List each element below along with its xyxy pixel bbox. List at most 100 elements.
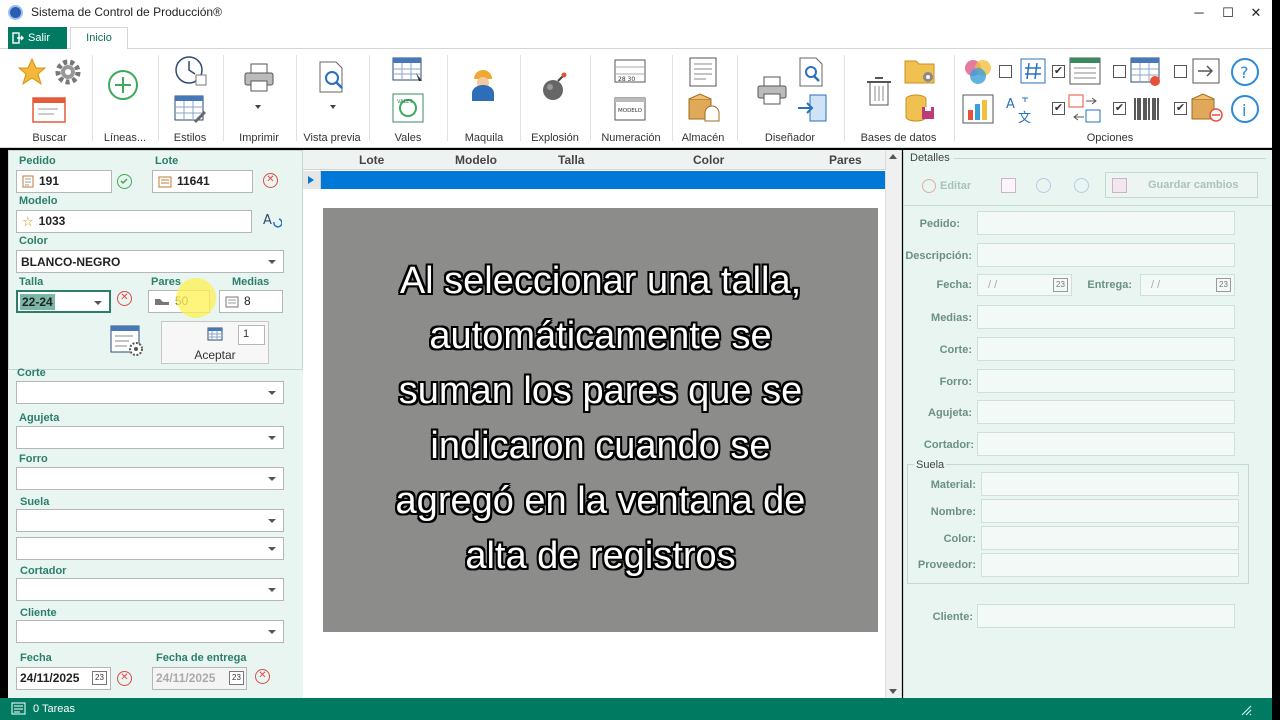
detail-medias-field[interactable] [977, 305, 1235, 329]
color-select[interactable]: BLANCO-NEGRO [16, 250, 284, 273]
table-badge-icon[interactable] [1130, 57, 1162, 87]
add-icon[interactable] [107, 69, 139, 101]
corte-select[interactable] [16, 381, 284, 404]
help-icon[interactable]: ? [1230, 57, 1260, 87]
detail-agujeta-field[interactable] [977, 400, 1235, 424]
database-save-icon[interactable] [904, 93, 936, 123]
grid-scrollbar[interactable] [885, 150, 901, 698]
pedido-field[interactable]: 191 [16, 170, 112, 193]
folder-gear-icon[interactable] [904, 57, 936, 85]
detail-cortador-field[interactable] [977, 432, 1235, 456]
model-refresh-icon[interactable]: A [262, 210, 282, 230]
aceptar-button[interactable]: 1 Aceptar [161, 321, 269, 364]
preview-icon[interactable] [318, 61, 348, 93]
detail-descripcion-field[interactable] [977, 243, 1235, 267]
clear-talla-icon[interactable]: ✕ [117, 291, 132, 306]
column-talla[interactable]: Talla [558, 153, 584, 167]
trash-icon[interactable] [864, 75, 894, 107]
tab-salir[interactable]: Salir [8, 27, 67, 49]
option-checkbox-6[interactable]: ✔ [1113, 102, 1126, 115]
suela-select[interactable] [16, 509, 284, 532]
detail-cliente-field[interactable] [977, 604, 1235, 628]
swap-tables-icon[interactable] [1068, 94, 1102, 124]
cortador-select[interactable] [16, 578, 284, 601]
column-lote[interactable]: Lote [359, 153, 384, 167]
selected-row[interactable] [303, 171, 885, 189]
star-icon[interactable] [17, 57, 47, 87]
entrega-calendar-icon[interactable]: 23 [229, 671, 244, 685]
printer-icon[interactable] [243, 63, 275, 93]
detail-fecha-field[interactable]: / / 23 [977, 274, 1072, 296]
color-palette-icon[interactable] [962, 57, 994, 87]
warehouse-box-icon[interactable] [687, 93, 721, 123]
design-search-icon[interactable] [798, 57, 826, 87]
modelo-field[interactable]: ☆ 1033 [16, 210, 252, 233]
check-icon[interactable] [117, 174, 132, 189]
bar-chart-icon[interactable] [962, 94, 994, 124]
editar-button[interactable]: Editar [922, 179, 971, 193]
table-disabled-icon[interactable] [1001, 178, 1016, 193]
vales-table-icon[interactable] [392, 57, 424, 83]
preview-dropdown-icon[interactable] [330, 105, 336, 109]
close-button[interactable]: ✕ [1245, 3, 1267, 23]
lote-field[interactable]: 11641 [152, 170, 253, 193]
suela-secondary-select[interactable] [16, 537, 284, 560]
arrow-box-icon[interactable] [1192, 58, 1220, 84]
detail-fecha-calendar-icon[interactable]: 23 [1053, 278, 1068, 292]
agujeta-select[interactable] [16, 426, 284, 449]
option-checkbox-4[interactable] [1174, 65, 1187, 78]
numeracion-icon[interactable]: 28 30 [614, 59, 646, 83]
search-form-icon[interactable] [32, 97, 66, 123]
cantidad-input[interactable]: 1 [238, 325, 265, 345]
detail-entrega-field[interactable]: / / 23 [1140, 274, 1235, 296]
detail-entrega-calendar-icon[interactable]: 23 [1216, 278, 1231, 292]
detail-color-field[interactable] [981, 526, 1239, 550]
info-icon[interactable]: i [1230, 94, 1260, 124]
hash-icon[interactable] [1020, 58, 1046, 84]
nav-prev-icon[interactable] [1036, 178, 1051, 193]
detail-nombre-field[interactable] [981, 499, 1239, 523]
worker-icon[interactable] [468, 67, 498, 103]
detail-corte-field[interactable] [977, 337, 1235, 361]
forro-select[interactable] [16, 467, 284, 490]
resize-grip-icon[interactable] [1240, 704, 1252, 716]
imprimir-dropdown-icon[interactable] [255, 105, 261, 109]
option-checkbox-2[interactable]: ✔ [1052, 65, 1065, 78]
minimize-button[interactable]: ─ [1188, 3, 1210, 23]
clear-lote-icon[interactable]: ✕ [263, 173, 278, 188]
column-modelo[interactable]: Modelo [455, 153, 497, 167]
nav-next-icon[interactable] [1074, 178, 1089, 193]
option-checkbox-3[interactable] [1113, 65, 1126, 78]
tab-inicio[interactable]: Inicio [70, 27, 128, 50]
column-pares[interactable]: Pares [829, 153, 862, 167]
column-color[interactable]: Color [693, 153, 724, 167]
gear-icon[interactable] [53, 57, 83, 87]
option-checkbox-7[interactable]: ✔ [1174, 102, 1187, 115]
clock-icon[interactable] [174, 55, 208, 87]
option-checkbox-1[interactable] [999, 65, 1012, 78]
modelo-card-icon[interactable]: MODELO [614, 97, 646, 121]
option-checkbox-5[interactable]: ✔ [1052, 102, 1065, 115]
bomb-icon[interactable] [538, 71, 570, 103]
cliente-select[interactable] [16, 620, 284, 643]
detail-forro-field[interactable] [977, 369, 1235, 393]
design-printer-icon[interactable] [756, 75, 788, 107]
detail-material-field[interactable] [981, 472, 1239, 496]
scroll-down-icon[interactable] [889, 689, 897, 694]
guardar-cambios-button[interactable]: Guardar cambios [1105, 172, 1258, 198]
medias-field[interactable]: 8 [219, 290, 283, 313]
detail-proveedor-field[interactable] [981, 553, 1239, 577]
talla-select[interactable]: 22-24 [16, 290, 111, 313]
vales-refresh-icon[interactable]: VALES [392, 93, 424, 123]
document-list-icon[interactable] [689, 57, 717, 87]
translate-icon[interactable]: A文 [1004, 94, 1036, 124]
barcode-icon[interactable] [1132, 94, 1162, 124]
maximize-button[interactable]: ☐ [1217, 3, 1239, 23]
detail-pedido-field[interactable] [977, 211, 1235, 235]
styles-table-icon[interactable] [174, 95, 206, 123]
box-remove-icon[interactable] [1190, 93, 1224, 123]
clear-entrega-icon[interactable]: ✕ [255, 669, 270, 684]
clear-fecha-icon[interactable]: ✕ [117, 671, 132, 686]
fecha-calendar-icon[interactable]: 23 [92, 671, 107, 685]
settings-table-icon[interactable] [110, 325, 144, 357]
